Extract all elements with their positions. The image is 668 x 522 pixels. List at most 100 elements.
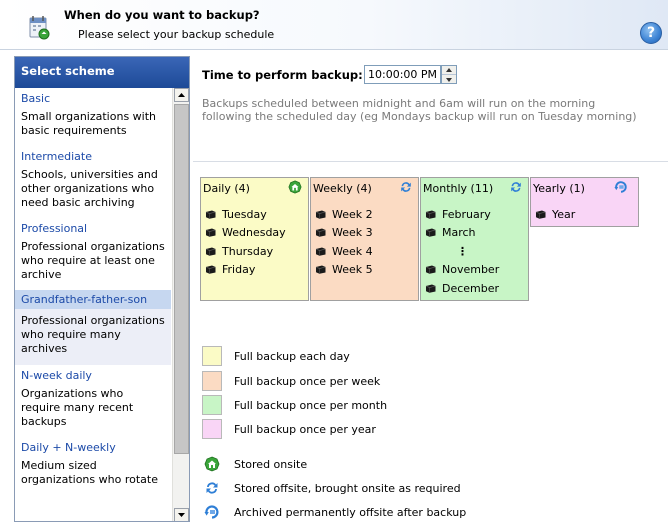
period-item-list: Week 2 Week 3 Week 4 Week 5: [315, 205, 373, 279]
triangle-up-icon: [446, 68, 452, 72]
spin-up-button[interactable]: [442, 66, 456, 75]
scheme-basic[interactable]: Basic Small organizations with basic req…: [15, 88, 171, 146]
stored-offsite-icon: [204, 480, 220, 496]
period-item: March: [425, 224, 499, 243]
scheme-description: Professional organizations who require m…: [21, 314, 165, 355]
color-swatch: [202, 346, 222, 366]
backup-time-spinner[interactable]: [441, 65, 457, 84]
legend-weekly: Full backup once per week: [202, 371, 380, 391]
tape-icon: [425, 210, 436, 219]
tape-icon: [425, 228, 436, 237]
tape-icon: [535, 210, 546, 219]
scheme-panel-title: Select scheme: [15, 57, 189, 88]
tape-icon: [205, 247, 216, 256]
scroll-down-button[interactable]: [174, 508, 189, 521]
legend-label: Full backup once per week: [234, 375, 381, 388]
scheme-list: Basic Small organizations with basic req…: [15, 88, 171, 521]
period-item: Tuesday: [205, 205, 286, 224]
page-subtitle: Please select your backup schedule: [78, 28, 275, 41]
period-item: Week 5: [315, 261, 373, 280]
color-swatch: [202, 419, 222, 439]
scheme-daily-n-weekly[interactable]: Daily + N-weekly Medium sized organizati…: [15, 437, 171, 495]
legend-archived: Archived permanently offsite after backu…: [202, 502, 466, 522]
period-title: Daily (4): [203, 182, 250, 195]
help-icon: ?: [646, 25, 656, 41]
period-item: Week 2: [315, 205, 373, 224]
color-swatch: [202, 371, 222, 391]
archived-offsite-icon: [614, 180, 628, 194]
period-ellipsis: ⋮: [457, 244, 468, 258]
legend-label: Stored offsite, brought onsite as requir…: [234, 482, 461, 495]
scheme-name[interactable]: Intermediate: [21, 150, 165, 163]
tape-icon: [315, 265, 326, 274]
tape-icon: [425, 265, 436, 274]
scheme-professional[interactable]: Professional Professional organizations …: [15, 218, 171, 290]
stored-onsite-icon: [204, 456, 220, 472]
period-item: Thursday: [205, 242, 286, 261]
tape-icon: [315, 247, 326, 256]
legend-label: Full backup once per year: [234, 423, 376, 436]
help-button[interactable]: ?: [640, 22, 662, 44]
spin-down-button[interactable]: [442, 75, 456, 84]
divider: [193, 161, 668, 162]
page-title: When do you want to backup?: [64, 8, 260, 22]
scheme-description: Small organizations with basic requireme…: [21, 110, 157, 137]
period-yearly: Yearly (1) Year: [530, 177, 639, 227]
scheme-name[interactable]: N-week daily: [21, 369, 165, 382]
legend-onsite: Stored onsite: [202, 454, 307, 474]
calendar-schedule-icon: [29, 16, 50, 40]
scheme-description: Medium sized organizations who rotate: [21, 459, 158, 486]
tape-icon: [205, 210, 216, 219]
scheme-grandfather-father-son[interactable]: Grandfather-father-son Professional orga…: [15, 290, 171, 365]
scheme-name[interactable]: Daily + N-weekly: [21, 441, 165, 454]
scheme-name[interactable]: Professional: [21, 222, 165, 235]
period-item: February: [425, 205, 499, 224]
legend-label: Full backup each day: [234, 350, 350, 363]
scroll-thumb[interactable]: [174, 104, 189, 454]
scroll-up-button[interactable]: [174, 88, 189, 102]
scheme-panel: Select scheme Basic Small organizations …: [14, 56, 190, 522]
scheme-name[interactable]: Basic: [21, 92, 165, 105]
scheme-scrollbar[interactable]: [172, 88, 189, 521]
legend-daily: Full backup each day: [202, 346, 350, 366]
tape-icon: [205, 265, 216, 274]
legend-yearly: Full backup once per year: [202, 419, 376, 439]
scheme-description: Organizations who require many recent ba…: [21, 387, 134, 428]
period-item: Week 4: [315, 242, 373, 261]
scheme-name[interactable]: Grandfather-father-son: [15, 290, 171, 309]
period-item-list: February March ⋮ November December: [425, 205, 499, 298]
tape-icon: [315, 228, 326, 237]
period-item: Friday: [205, 261, 286, 280]
legend-label: Full backup once per month: [234, 399, 388, 412]
stored-offsite-icon: [399, 180, 413, 194]
archived-offsite-icon: [204, 504, 220, 520]
color-swatch: [202, 395, 222, 415]
period-weekly: Weekly (4) Week 2 Week 3 Week 4 Week 5: [310, 177, 419, 301]
legend-label: Archived permanently offsite after backu…: [234, 506, 467, 519]
scheme-description: Schools, universities and other organiza…: [21, 168, 158, 209]
period-item-list: Tuesday Wednesday Thursday Friday: [205, 205, 286, 279]
wizard-header: When do you want to backup? Please selec…: [0, 0, 668, 50]
triangle-down-icon: [178, 513, 185, 517]
period-daily: Daily (4) Tuesday Wednesday Thursday Fri…: [200, 177, 309, 301]
schedule-note: Backups scheduled between midnight and 6…: [202, 97, 637, 123]
scheme-intermediate[interactable]: Intermediate Schools, universities and o…: [15, 146, 171, 218]
period-item-list: Year: [535, 205, 575, 224]
scheme-description: Professional organizations who require a…: [21, 240, 165, 281]
scheme-n-week-daily[interactable]: N-week daily Organizations who require m…: [15, 365, 171, 437]
stored-onsite-icon: [288, 180, 302, 194]
backup-time-input[interactable]: [364, 65, 441, 84]
period-title: Monthly (11): [423, 182, 494, 195]
period-item: November: [425, 261, 499, 280]
legend-monthly: Full backup once per month: [202, 395, 387, 415]
tape-icon: [205, 228, 216, 237]
legend-offsite: Stored offsite, brought onsite as requir…: [202, 478, 461, 498]
tape-icon: [315, 210, 326, 219]
period-item: Week 3: [315, 224, 373, 243]
tape-icon: [425, 284, 436, 293]
period-title: Weekly (4): [313, 182, 372, 195]
triangle-up-icon: [178, 93, 185, 97]
period-item: December: [425, 279, 499, 298]
period-item: Wednesday: [205, 224, 286, 243]
legend-label: Stored onsite: [234, 458, 308, 471]
